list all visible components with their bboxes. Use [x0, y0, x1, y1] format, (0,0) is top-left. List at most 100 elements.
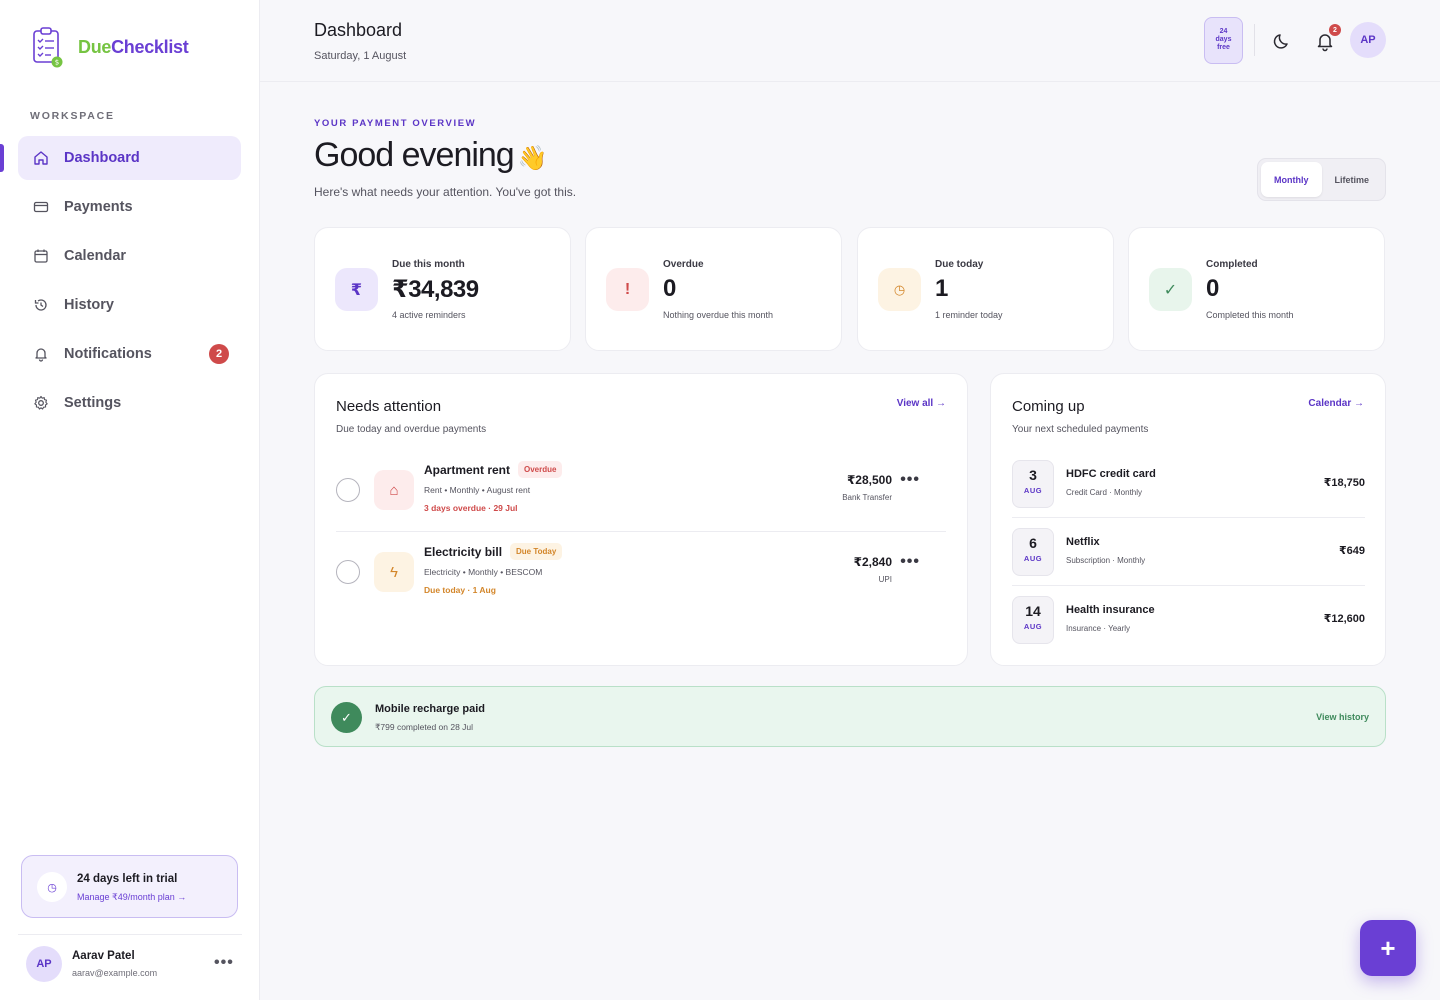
stat-value: 1 — [935, 275, 948, 302]
payment-due: 3 days overdue · 29 Jul — [424, 503, 518, 513]
divider — [336, 531, 946, 532]
payment-amount: ₹18,750 — [1323, 477, 1365, 489]
mark-paid-checkbox[interactable] — [336, 478, 360, 502]
stat-label: Completed — [1206, 259, 1258, 270]
date-month: AUG — [1023, 486, 1043, 495]
payment-name: HDFC credit card — [1066, 468, 1156, 480]
payment-name: Netflix — [1066, 536, 1100, 548]
sidebar-item-history[interactable]: History — [18, 283, 241, 327]
stat-label: Overdue — [663, 259, 704, 270]
app-name: DueChecklist — [78, 36, 189, 57]
stat-value: ₹34,839 — [392, 276, 479, 303]
status-badge: Due Today — [510, 543, 563, 560]
view-all-link[interactable]: View all → — [897, 398, 946, 409]
home-icon — [32, 149, 50, 167]
banner-title: Mobile recharge paid — [375, 703, 486, 715]
stat-card-overdue[interactable]: ! Overdue 0 Nothing overdue this month — [585, 227, 842, 351]
date-month: AUG — [1023, 554, 1043, 563]
calendar-icon — [32, 247, 50, 265]
view-history-link[interactable]: View history — [1316, 712, 1369, 722]
stat-card-due-today[interactable]: ◷ Due today 1 1 reminder today — [857, 227, 1114, 351]
divider — [18, 934, 242, 935]
more-options-icon[interactable]: ••• — [900, 471, 920, 489]
date-day: 3 — [1029, 467, 1037, 483]
divider — [1012, 585, 1365, 586]
workspace-label: WORKSPACE — [30, 110, 115, 122]
payment-amount: ₹28,500 — [846, 473, 892, 487]
stat-card-completed[interactable]: ✓ Completed 0 Completed this month — [1128, 227, 1385, 351]
manage-plan-link[interactable]: Manage ₹49/month plan → — [77, 892, 186, 903]
trial-card[interactable]: ◷ 24 days left in trial Manage ₹49/month… — [21, 855, 238, 918]
sidebar-item-label: Payments — [64, 199, 133, 215]
payment-amount: ₹12,600 — [1323, 613, 1365, 625]
trial-title: 24 days left in trial — [77, 873, 178, 885]
date-badge: 6 AUG — [1012, 528, 1054, 576]
stat-value: 0 — [663, 275, 676, 302]
add-payment-button[interactable]: + — [1360, 920, 1416, 976]
panel-title: Coming up — [1012, 398, 1085, 415]
more-options-icon[interactable]: ••• — [214, 954, 234, 972]
check-icon: ✓ — [1149, 268, 1192, 311]
more-options-icon[interactable]: ••• — [900, 553, 920, 571]
panel-title: Needs attention — [336, 398, 442, 415]
stat-subtext: Completed this month — [1206, 310, 1294, 320]
logo[interactable]: $ DueChecklist — [30, 26, 189, 68]
toggle-monthly[interactable]: Monthly — [1261, 162, 1322, 197]
sidebar-item-label: Settings — [64, 395, 122, 411]
sidebar-item-label: Notifications — [64, 346, 152, 362]
payment-amount: ₹649 — [1338, 545, 1365, 557]
check-icon: ✓ — [331, 702, 362, 733]
sidebar-item-calendar[interactable]: Calendar — [18, 234, 241, 278]
notification-count-badge: 2 — [1329, 24, 1341, 36]
exclamation-icon: ! — [606, 268, 649, 311]
list-item[interactable]: 3 AUG HDFC credit card Credit Card · Mont… — [1012, 460, 1365, 508]
lightning-icon: ϟ — [374, 552, 414, 592]
trial-chip-days: 24 — [1219, 28, 1228, 35]
trial-days-chip[interactable]: 24 days free — [1204, 17, 1243, 64]
stat-label: Due today — [935, 259, 984, 270]
bell-icon — [32, 345, 50, 363]
payment-meta: Electricity • Monthly • BESCOM — [424, 567, 543, 577]
gear-icon — [32, 394, 50, 412]
top-header: Dashboard Saturday, 1 August 24 days fre… — [260, 0, 1440, 82]
payment-meta: Rent • Monthly • August rent — [424, 485, 531, 495]
clock-icon: ◷ — [37, 872, 67, 902]
coming-up-panel: Coming up Your next scheduled payments C… — [990, 373, 1386, 666]
sidebar-item-label: History — [64, 297, 114, 313]
sidebar-item-payments[interactable]: Payments — [18, 185, 241, 229]
sidebar-item-notifications[interactable]: Notifications 2 — [18, 332, 241, 376]
payment-name: Electricity bill — [424, 545, 503, 559]
panel-subtitle: Your next scheduled payments — [1012, 424, 1149, 435]
divider — [1012, 517, 1365, 518]
avatar[interactable]: AP — [1350, 22, 1386, 58]
payment-name: Health insurance — [1066, 604, 1155, 616]
stat-subtext: 4 active reminders — [392, 310, 466, 320]
toggle-lifetime[interactable]: Lifetime — [1322, 162, 1383, 197]
wave-icon: 👋 — [517, 145, 548, 172]
sidebar-item-settings[interactable]: Settings — [18, 381, 241, 425]
sidebar-item-label: Calendar — [64, 248, 127, 264]
list-item[interactable]: 14 AUG Health insurance Insurance · Yearl… — [1012, 596, 1365, 644]
date-month: AUG — [1023, 622, 1043, 631]
stat-subtext: Nothing overdue this month — [663, 310, 774, 320]
calendar-link[interactable]: Calendar → — [1308, 398, 1364, 409]
sidebar: $ DueChecklist WORKSPACE Dashboard Payme… — [0, 0, 260, 1000]
banner-subtitle: ₹799 completed on 28 Jul — [375, 722, 474, 732]
page-title: Dashboard — [314, 20, 403, 40]
dark-mode-toggle[interactable] — [1272, 30, 1294, 52]
payment-name: Apartment rent — [424, 463, 511, 477]
needs-attention-panel: Needs attention Due today and overdue pa… — [314, 373, 968, 666]
notification-count-badge: 2 — [209, 344, 229, 364]
list-item[interactable]: ⌂ Apartment rent Overdue Rent • Monthly … — [336, 455, 946, 525]
payment-meta: Subscription · Monthly — [1066, 556, 1146, 565]
mark-paid-checkbox[interactable] — [336, 560, 360, 584]
clipboard-logo-icon: $ — [30, 26, 66, 68]
history-icon — [32, 296, 50, 314]
list-item[interactable]: 6 AUG Netflix Subscription · Monthly ₹649 — [1012, 528, 1365, 576]
section-eyebrow: YOUR PAYMENT OVERVIEW — [314, 118, 477, 129]
sidebar-item-dashboard[interactable]: Dashboard — [0, 136, 241, 180]
user-email: aarav@example.com — [72, 968, 158, 978]
list-item[interactable]: ϟ Electricity bill Due Today Electricity… — [336, 537, 946, 607]
stat-card-due-this-month[interactable]: ₹ Due this month ₹34,839 4 active remind… — [314, 227, 571, 351]
payment-amount: ₹2,840 — [853, 555, 892, 569]
